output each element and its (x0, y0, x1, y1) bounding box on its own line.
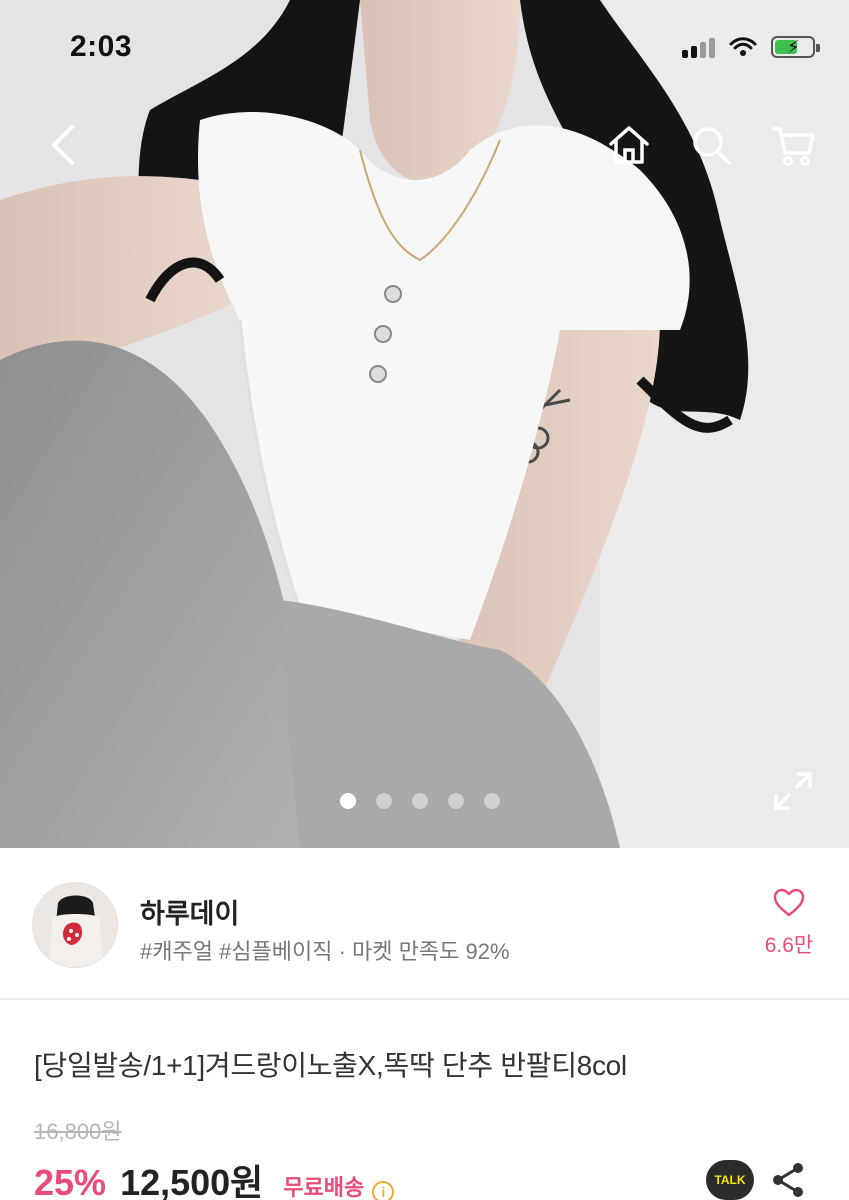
search-button[interactable] (684, 118, 738, 172)
price-row: 25% 12,500원 무료배송 i (34, 1154, 395, 1200)
cart-button[interactable] (766, 118, 820, 172)
talk-label: TALK (714, 1173, 746, 1187)
share-icon (773, 1163, 803, 1197)
status-time: 2:03 (70, 30, 133, 63)
search-icon (693, 127, 731, 165)
expand-button[interactable] (770, 768, 816, 814)
pagination-dot[interactable] (412, 793, 428, 809)
sale-price: 12,500원 (120, 1162, 264, 1200)
home-icon (609, 126, 649, 164)
heart-icon (773, 888, 805, 917)
battery-icon: ⚡ (771, 36, 820, 58)
status-icons: ⚡ (682, 36, 820, 58)
like-count: 6.6만 (764, 934, 814, 957)
chevron-left-icon (52, 125, 74, 165)
seller-avatar-image (33, 883, 117, 967)
info-icon[interactable]: i (372, 1181, 395, 1200)
discount-rate: 25% (34, 1162, 107, 1200)
original-price: 16,800원 (34, 1119, 122, 1144)
like-button[interactable]: 6.6만 (754, 888, 824, 959)
cart-icon (771, 127, 815, 166)
wifi-icon (729, 37, 757, 56)
expand-icon (774, 772, 812, 810)
shipping-label: 무료배송 (283, 1175, 365, 1200)
product-image-gallery[interactable]: 2:03 ⚡ (0, 0, 849, 848)
back-button[interactable] (36, 118, 90, 172)
product-title: [당일발송/1+1]겨드랑이노출X,똑딱 단추 반팔티8col (34, 1050, 627, 1081)
seller-avatar[interactable] (32, 882, 118, 968)
signal-icon (682, 36, 715, 58)
pagination-dot[interactable] (448, 793, 464, 809)
pagination-dot[interactable] (376, 793, 392, 809)
share-button[interactable] (770, 1160, 806, 1200)
seller-row[interactable]: 하루데이 #캐주얼 #심플베이직 · 마켓 만족도 92% 6.6만 (0, 848, 849, 1000)
talk-button[interactable]: TALK (706, 1160, 754, 1200)
gallery-pagination (340, 793, 500, 809)
seller-tags: #캐주얼 #심플베이직 · 마켓 만족도 92% (140, 939, 510, 964)
home-button[interactable] (602, 118, 656, 172)
pagination-dot[interactable] (340, 793, 356, 809)
pagination-dot[interactable] (484, 793, 500, 809)
seller-name[interactable]: 하루데이 (140, 892, 239, 931)
